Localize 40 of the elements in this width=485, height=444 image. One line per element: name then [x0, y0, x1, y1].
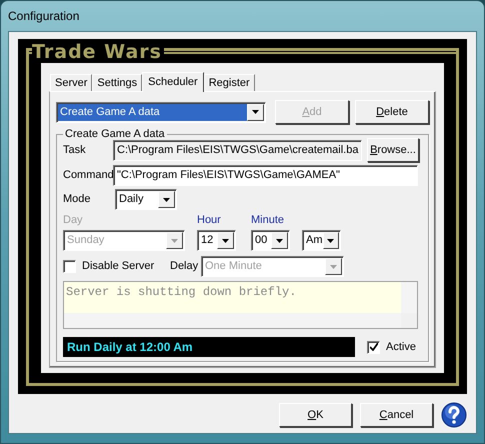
button[interactable]: Browse... [367, 138, 419, 162]
dropdown[interactable]: Am [302, 230, 341, 251]
field-label: Active [386, 340, 416, 355]
tab[interactable]: Register [204, 74, 255, 91]
dropdown-arrow-icon [171, 238, 178, 242]
checkbox[interactable] [367, 340, 380, 354]
field-label: Hour [197, 212, 222, 228]
dropdown[interactable]: 12 [197, 230, 236, 251]
field-label: Mode [63, 192, 92, 208]
dropdown[interactable]: 00 [251, 230, 290, 251]
field-label: Delay [170, 259, 200, 274]
field-label: Disable Server [82, 259, 156, 274]
input-field[interactable]: C:\Program Files\EIS\TWGS\Game\createmail.ba [113, 140, 362, 160]
vertical-scrollbar [401, 282, 417, 313]
input-field[interactable]: "C:\Program Files\EIS\TWGS\Game\GAMEA" [113, 164, 418, 186]
checkbox[interactable] [63, 260, 76, 273]
message-text: Server is shutting down briefly. [64, 282, 401, 313]
dropdown-arrow-icon [163, 198, 170, 202]
dropdown-arrow-icon [330, 264, 337, 268]
dropdown-arrow-icon [222, 238, 229, 242]
button[interactable]: Cancel [360, 403, 433, 427]
dropdown-arrow-icon [276, 238, 283, 242]
status-banner: Run Daily at 12:00 Am [63, 337, 355, 357]
dropdown[interactable]: Create Game A data [56, 102, 266, 122]
button[interactable]: Delete [355, 100, 429, 124]
group-caption: Create Game A data [63, 128, 167, 140]
button[interactable]: OK [279, 403, 352, 427]
dropdown[interactable]: Daily [115, 189, 177, 210]
tab[interactable]: Scheduler [142, 72, 204, 92]
tab[interactable]: Server [50, 74, 92, 91]
tab[interactable]: Settings [92, 74, 142, 91]
help-icon[interactable] [441, 402, 467, 428]
field-label: Day [63, 212, 84, 228]
field-label: Task [63, 142, 87, 158]
window-title: Configuration [8, 8, 80, 25]
field-label: Command [63, 168, 113, 183]
dropdown-arrow-icon [327, 238, 334, 242]
dropdown-arrow-icon [252, 110, 259, 114]
check-icon [370, 343, 378, 351]
field-label: Minute [251, 212, 284, 228]
